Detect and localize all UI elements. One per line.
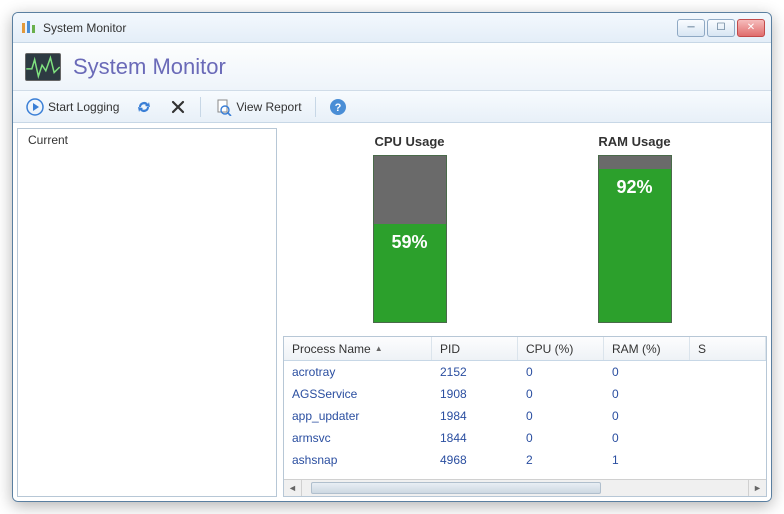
table-row[interactable]: ashsnap496821 [284, 449, 766, 471]
cell-ram: 1 [604, 453, 690, 467]
refresh-button[interactable] [128, 95, 160, 119]
start-logging-label: Start Logging [48, 100, 119, 114]
titlebar[interactable]: System Monitor ─ ☐ ✕ [13, 13, 771, 43]
cell-pid: 1984 [432, 409, 518, 423]
sidebar-item-current[interactable]: Current [18, 129, 276, 151]
svg-text:?: ? [334, 102, 341, 114]
col-label: S [698, 342, 706, 356]
main-panel: CPU Usage 59% RAM Usage 92% [277, 128, 767, 497]
cell-cpu: 0 [518, 431, 604, 445]
cell-cpu: 0 [518, 387, 604, 401]
cell-name: AGSService [284, 387, 432, 401]
col-label: CPU (%) [526, 342, 573, 356]
close-button[interactable]: ✕ [737, 19, 765, 37]
header-banner: System Monitor [13, 43, 771, 91]
play-icon [26, 98, 44, 116]
scroll-left-icon[interactable]: ◄ [284, 480, 301, 496]
cell-pid: 1844 [432, 431, 518, 445]
col-ram[interactable]: RAM (%) [604, 337, 690, 360]
cell-cpu: 0 [518, 409, 604, 423]
minimize-button[interactable]: ─ [677, 19, 705, 37]
sidebar-item-label: Current [28, 133, 68, 147]
table-body[interactable]: acrotray215200AGSService190800app_update… [284, 361, 766, 479]
sort-asc-icon: ▲ [375, 344, 383, 353]
start-logging-button[interactable]: Start Logging [19, 95, 126, 119]
col-extra[interactable]: S [690, 337, 766, 360]
app-icon [21, 20, 37, 36]
cell-pid: 4968 [432, 453, 518, 467]
cpu-bar-fill: 59% [374, 224, 446, 322]
ram-bar-fill: 92% [599, 169, 671, 322]
cpu-value: 59% [391, 232, 427, 253]
col-pid[interactable]: PID [432, 337, 518, 360]
table-row[interactable]: acrotray215200 [284, 361, 766, 383]
cell-name: ashsnap [284, 453, 432, 467]
ram-gauge: RAM Usage 92% [598, 134, 672, 324]
help-button[interactable]: ? [322, 95, 354, 119]
cpu-bar: 59% [373, 155, 447, 323]
horizontal-scrollbar[interactable]: ◄ ► [284, 479, 766, 496]
cell-ram: 0 [604, 365, 690, 379]
col-label: PID [440, 342, 460, 356]
content-area: Current CPU Usage 59% RAM Usage [13, 123, 771, 501]
ram-bar: 92% [598, 155, 672, 323]
cell-cpu: 2 [518, 453, 604, 467]
app-window: System Monitor ─ ☐ ✕ System Monitor Star… [12, 12, 772, 502]
col-label: RAM (%) [612, 342, 661, 356]
toolbar: Start Logging View Report ? [13, 91, 771, 123]
cell-pid: 1908 [432, 387, 518, 401]
col-process-name[interactable]: Process Name ▲ [284, 337, 432, 360]
table-row[interactable]: armsvc184400 [284, 427, 766, 449]
sidebar: Current [17, 128, 277, 497]
scroll-thumb[interactable] [311, 482, 601, 494]
delete-button[interactable] [162, 95, 194, 119]
window-controls: ─ ☐ ✕ [677, 19, 765, 37]
monitor-logo-icon [25, 53, 61, 81]
col-cpu[interactable]: CPU (%) [518, 337, 604, 360]
cpu-gauge: CPU Usage 59% [373, 134, 447, 324]
table-header: Process Name ▲ PID CPU (%) RAM (%) S [284, 337, 766, 361]
cell-name: armsvc [284, 431, 432, 445]
cell-pid: 2152 [432, 365, 518, 379]
col-label: Process Name [292, 342, 371, 356]
scroll-track[interactable] [301, 480, 749, 496]
view-report-button[interactable]: View Report [207, 95, 308, 119]
process-table: Process Name ▲ PID CPU (%) RAM (%) S [283, 336, 767, 497]
app-title: System Monitor [73, 54, 226, 80]
toolbar-separator [315, 97, 316, 117]
cell-name: app_updater [284, 409, 432, 423]
cell-cpu: 0 [518, 365, 604, 379]
ram-gauge-label: RAM Usage [598, 134, 670, 149]
ram-value: 92% [616, 177, 652, 198]
scroll-right-icon[interactable]: ► [749, 480, 766, 496]
gauges-row: CPU Usage 59% RAM Usage 92% [277, 128, 767, 336]
window-title: System Monitor [43, 21, 677, 35]
delete-icon [169, 98, 187, 116]
maximize-button[interactable]: ☐ [707, 19, 735, 37]
cell-ram: 0 [604, 431, 690, 445]
cell-ram: 0 [604, 387, 690, 401]
report-icon [214, 98, 232, 116]
toolbar-separator [200, 97, 201, 117]
cell-name: acrotray [284, 365, 432, 379]
table-row[interactable]: app_updater198400 [284, 405, 766, 427]
help-icon: ? [329, 98, 347, 116]
cpu-gauge-label: CPU Usage [374, 134, 444, 149]
table-row[interactable]: AGSService190800 [284, 383, 766, 405]
cell-ram: 0 [604, 409, 690, 423]
view-report-label: View Report [236, 100, 301, 114]
refresh-icon [135, 98, 153, 116]
